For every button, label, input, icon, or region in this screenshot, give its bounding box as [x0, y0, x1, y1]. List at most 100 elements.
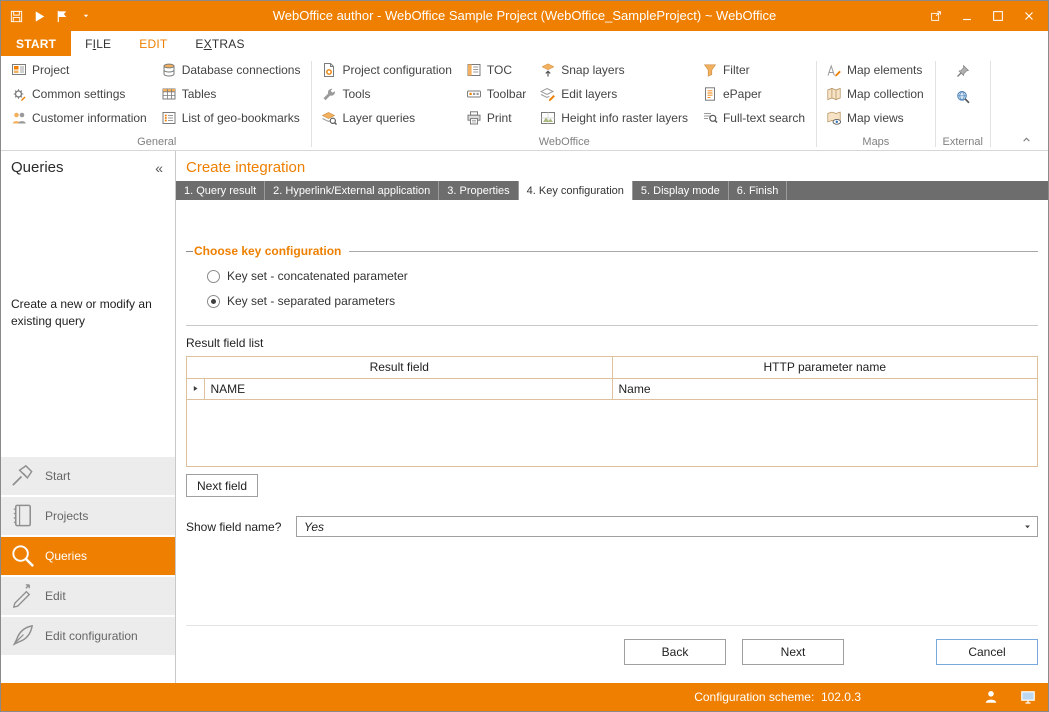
ribbon-item-external-search[interactable]: [939, 84, 987, 110]
map-views-icon: [826, 110, 842, 126]
sidebar-item-edit[interactable]: Edit: [1, 576, 175, 615]
discard-button[interactable]: [51, 4, 74, 28]
save-button[interactable]: [5, 4, 28, 28]
ribbon-tab-bar: START FILE EDIT EXTRAS: [1, 31, 1048, 56]
ribbon-item-toc[interactable]: TOC: [460, 58, 534, 82]
cell-http-parameter-name[interactable]: Name: [612, 378, 1037, 400]
ribbon-group-maps: Map elements Map collection Map views Ma…: [818, 58, 934, 150]
tab-file[interactable]: FILE: [71, 31, 125, 56]
ribbon-group-label: External: [942, 136, 983, 148]
ribbon-item-pin[interactable]: [939, 58, 987, 84]
ribbon-item-tables[interactable]: Tables: [155, 82, 309, 106]
table-row[interactable]: NAME Name: [187, 378, 1037, 400]
sidebar-nav: Start Projects Queries Edit Edit configu…: [1, 456, 175, 657]
ribbon-item-filter[interactable]: Filter: [696, 58, 813, 82]
ribbon-item-map-views[interactable]: Map views: [820, 106, 932, 130]
wizard-step-query-result[interactable]: 1. Query result: [176, 181, 266, 200]
customer-information-icon: [11, 110, 27, 126]
tab-extras[interactable]: EXTRAS: [181, 31, 258, 56]
ribbon-item-tools[interactable]: Tools: [315, 82, 459, 106]
sidebar-item-projects[interactable]: Projects: [1, 496, 175, 535]
ribbon-group-label: WebOffice: [538, 136, 590, 148]
ribbon-group-separator: [311, 61, 313, 147]
cell-result-field[interactable]: NAME: [204, 378, 613, 400]
wizard-step-properties[interactable]: 3. Properties: [439, 181, 519, 200]
ribbon-item-label: Filter: [722, 63, 750, 77]
quick-access-toolbar: [5, 1, 97, 31]
window-title: WebOffice author - WebOffice Sample Proj…: [272, 8, 777, 23]
key-configuration-group: Choose key configuration: [186, 244, 1038, 258]
sidebar-item-label: Queries: [45, 548, 88, 563]
wizard-step-display-mode[interactable]: 5. Display mode: [633, 181, 729, 200]
titlebar: WebOffice author - WebOffice Sample Proj…: [1, 1, 1048, 31]
dropdown-value: Yes: [304, 519, 325, 534]
ribbon-group-label: Maps: [862, 136, 890, 148]
ribbon-item-label: List of geo-bookmarks: [181, 111, 300, 125]
ribbon-item-map-elements[interactable]: Map elements: [820, 58, 932, 82]
ribbon-item-label: Project: [32, 63, 70, 77]
ribbon-item-label: Common settings: [32, 87, 126, 101]
qat-menu-button[interactable]: [74, 4, 97, 28]
ribbon-item-label: Layer queries: [342, 111, 416, 125]
radio-checked-icon: [207, 294, 220, 308]
radio-key-set-separated[interactable]: Key set - separated parameters: [207, 294, 1038, 308]
radio-key-set-concatenated[interactable]: Key set - concatenated parameter: [207, 269, 1038, 283]
ribbon-item-layer-queries[interactable]: Layer queries: [315, 106, 459, 130]
ribbon-item-list-of-geo-bookmarks[interactable]: List of geo-bookmarks: [155, 106, 309, 130]
ribbon-group-separator: [989, 61, 991, 147]
ribbon-item-height-info-raster-layers[interactable]: Height info raster layers: [534, 106, 696, 130]
ribbon-item-customer-information[interactable]: Customer information: [5, 106, 155, 130]
sidebar-item-label: Edit: [45, 588, 66, 603]
statusbar-icons: [983, 689, 1036, 705]
ribbon-item-edit-layers[interactable]: Edit layers: [534, 82, 696, 106]
monitor-button[interactable]: [1020, 689, 1036, 705]
ribbon-item-common-settings[interactable]: Common settings: [5, 82, 155, 106]
tools-icon: [321, 86, 337, 102]
ribbon-item-label: Toolbar: [486, 87, 527, 101]
sidebar-item-label: Start: [45, 468, 71, 483]
ribbon-item-epaper[interactable]: ePaper: [696, 82, 813, 106]
tab-edit[interactable]: EDIT: [125, 31, 181, 56]
popout-button[interactable]: [920, 2, 951, 30]
cancel-button[interactable]: Cancel: [936, 639, 1038, 665]
ribbon-item-map-collection[interactable]: Map collection: [820, 82, 932, 106]
back-button[interactable]: Back: [624, 639, 726, 665]
ribbon-item-database-connections[interactable]: Database connections: [155, 58, 309, 82]
wizard-step-finish[interactable]: 6. Finish: [729, 181, 788, 200]
sidebar-collapse-button[interactable]: «: [153, 160, 165, 176]
user-button[interactable]: [983, 689, 999, 705]
column-header-result-field: Result field: [187, 357, 613, 379]
wizard-step-hyperlink-external-application[interactable]: 2. Hyperlink/External application: [265, 181, 440, 200]
sidebar-item-start[interactable]: Start: [1, 456, 175, 495]
ribbon-group-separator: [816, 61, 817, 147]
footer-separator: [186, 625, 1038, 626]
next-button[interactable]: Next: [742, 639, 844, 665]
wizard-step-key-configuration[interactable]: 4. Key configuration: [518, 181, 633, 200]
ribbon-item-snap-layers[interactable]: Snap layers: [534, 58, 696, 82]
tab-start[interactable]: START: [1, 31, 72, 56]
chevron-up-icon: [1020, 133, 1033, 146]
close-button[interactable]: [1013, 2, 1044, 30]
external-search-icon: [955, 89, 971, 105]
play-icon: [32, 9, 47, 24]
show-field-name-dropdown[interactable]: Yes: [296, 516, 1038, 537]
full-text-search-icon: [702, 110, 718, 126]
ribbon-group-label: General: [137, 136, 177, 148]
ribbon-item-label: ePaper: [722, 87, 762, 101]
ribbon-collapse-button[interactable]: [1014, 131, 1038, 147]
ribbon-item-full-text-search[interactable]: Full-text search: [696, 106, 813, 130]
ribbon-item-print[interactable]: Print: [460, 106, 534, 130]
ribbon-item-toolbar[interactable]: Toolbar: [460, 82, 534, 106]
next-field-button[interactable]: Next field: [186, 474, 259, 497]
start-preview-button[interactable]: [28, 4, 51, 28]
sidebar-item-queries[interactable]: Queries: [1, 536, 175, 575]
maximize-button[interactable]: [982, 2, 1013, 30]
tab-label: FILE: [85, 36, 112, 51]
ribbon-item-project[interactable]: Project: [5, 58, 155, 82]
ribbon-item-project-configuration[interactable]: Project configuration: [315, 58, 459, 82]
section-separator: [186, 325, 1038, 326]
radio-label: Key set - separated parameters: [227, 294, 396, 308]
ribbon-item-label: TOC: [486, 63, 512, 77]
minimize-button[interactable]: [951, 2, 982, 30]
sidebar-item-edit-configuration[interactable]: Edit configuration: [1, 616, 175, 655]
